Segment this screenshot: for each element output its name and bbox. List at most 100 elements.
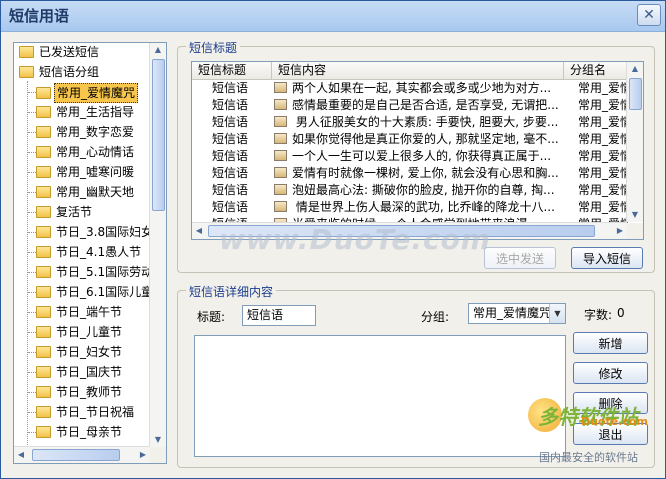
tree-connector xyxy=(28,232,36,233)
sms-table[interactable]: 短信标题 短信内容 分组名 短信语 两个人如果在一起, 其实都会或多或少地为对方.… xyxy=(191,61,644,240)
tree-node-group[interactable]: 节日_儿童节 xyxy=(36,323,124,341)
table-row[interactable]: 短信语 感情最重要的是自己是否合适, 是否享受, 无谓把... 常用_爱情 xyxy=(192,97,628,114)
cell-content-text: 一个人一生可以爱上很多人的, 你获得真正属于... xyxy=(292,149,552,163)
tree-node-label: 节日_母亲节 xyxy=(56,425,123,439)
tree-connector xyxy=(28,372,36,373)
title-label: 标题: xyxy=(197,310,226,324)
cell-group: 常用_爱情 xyxy=(578,132,628,146)
scroll-up-arrow-icon[interactable]: ▲ xyxy=(627,62,643,76)
tree-node-label: 节日_5.1国际劳动 xyxy=(56,265,150,279)
cell-title: 短信语 xyxy=(212,115,249,129)
tree-node-group[interactable]: 节日_5.1国际劳动 xyxy=(36,263,150,281)
tree-horizontal-scrollbar[interactable]: ◀ ▶ xyxy=(14,446,150,463)
tree-node-sent[interactable]: 已发送短信 xyxy=(19,43,101,61)
cell-content-text: 男人征服美女的十大素质: 手要快, 胆要大, 步要... xyxy=(292,115,559,129)
folder-icon xyxy=(36,86,51,99)
cell-title: 短信语 xyxy=(212,200,249,214)
scroll-right-arrow-icon[interactable]: ▶ xyxy=(613,224,627,238)
tree-node-group[interactable]: 常用_幽默天地 xyxy=(36,183,136,201)
scroll-down-arrow-icon[interactable]: ▼ xyxy=(150,433,166,447)
tree-node-group[interactable]: 节日_节日祝福 xyxy=(36,403,136,421)
tree-node-group[interactable]: 节日_教师节 xyxy=(36,383,124,401)
scroll-thumb[interactable] xyxy=(32,449,120,461)
scroll-down-arrow-icon[interactable]: ▼ xyxy=(627,208,643,222)
tree-node-group[interactable]: 节日_6.1国际儿童 xyxy=(36,283,150,301)
chevron-down-icon[interactable]: ▼ xyxy=(549,304,565,323)
cell-title: 短信语 xyxy=(212,166,249,180)
folder-icon xyxy=(36,325,51,338)
title-input[interactable]: 短信语 xyxy=(242,305,316,326)
tree-node-group[interactable]: 常用_生活指导 xyxy=(36,103,136,121)
scroll-right-arrow-icon[interactable]: ▶ xyxy=(136,448,150,462)
tree-node-group[interactable]: 节日_4.1愚人节 xyxy=(36,243,143,261)
tree-node-group[interactable]: 节日_妇女节 xyxy=(36,343,124,361)
tree-node-group[interactable]: 复活节 xyxy=(36,203,94,221)
table-row[interactable]: 短信语 男人征服美女的十大素质: 手要快, 胆要大, 步要... 常用_爱情 xyxy=(192,114,628,131)
import-sms-button[interactable]: 导入短信 xyxy=(571,247,643,269)
column-header-title[interactable]: 短信标题 xyxy=(192,62,272,79)
tree-node-group[interactable]: 节日_国庆节 xyxy=(36,363,124,381)
tree-node-group[interactable]: 节日_端午节 xyxy=(36,303,124,321)
tree-node-label: 复活节 xyxy=(56,205,93,219)
cell-content: 如果你觉得他是真正你爱的人, 那就坚定地, 毫不... xyxy=(274,131,562,148)
cell-group: 常用_爱情 xyxy=(578,115,628,129)
group-select[interactable]: 常用_爱情魔咒 ▼ xyxy=(468,303,566,324)
scroll-left-arrow-icon[interactable]: ◀ xyxy=(14,448,28,462)
cell-title: 短信语 xyxy=(212,132,249,146)
title-bar[interactable]: 短信用语 ✕ xyxy=(1,1,665,32)
send-selected-button[interactable]: 选中发送 xyxy=(484,247,556,269)
folder-open-icon xyxy=(19,65,34,78)
column-header-content[interactable]: 短信内容 xyxy=(272,62,564,79)
folder-icon xyxy=(36,305,51,318)
scroll-thumb[interactable] xyxy=(152,59,165,211)
new-button[interactable]: 新增 xyxy=(573,332,648,354)
sms-body-textarea[interactable] xyxy=(194,335,566,457)
table-row[interactable]: 短信语 爱情有时就像一棵树, 爱上你, 就会没有心思和胸... 常用_爱情 xyxy=(192,165,628,182)
tree-node-label: 已发送短信 xyxy=(39,45,100,59)
scroll-left-arrow-icon[interactable]: ◀ xyxy=(192,224,206,238)
edit-button[interactable]: 修改 xyxy=(573,362,648,384)
char-count-value: 0 xyxy=(617,306,625,320)
tree-node-label: 短信语分组 xyxy=(39,65,100,79)
tree-connector xyxy=(28,132,36,133)
scroll-up-arrow-icon[interactable]: ▲ xyxy=(150,43,166,57)
table-row[interactable]: 短信语 一个人一生可以爱上很多人的, 你获得真正属于... 常用_爱情 xyxy=(192,148,628,165)
tree-node-label: 节日_3.8国际妇女 xyxy=(56,225,150,239)
tree-node-group[interactable]: 常用_嘘寒问暖 xyxy=(36,163,136,181)
table-row[interactable]: 短信语 情是世界上伤人最深的武功, 比乔峰的降龙十八... 常用_爱情 xyxy=(192,199,628,216)
table-row[interactable]: 短信语 如果你觉得他是真正你爱的人, 那就坚定地, 毫不... 常用_爱情 xyxy=(192,131,628,148)
tree-node-group[interactable]: 常用_心动情话 xyxy=(36,143,136,161)
tree-vertical-scrollbar[interactable]: ▲ ▼ xyxy=(149,43,166,447)
group-tree[interactable]: 已发送短信 短信语分组 常用_爱情魔咒 常用_生活指导 常用_数字恋爱 常用_心动情话… xyxy=(13,42,167,464)
table-row[interactable]: 短信语 泡妞最高心法: 撕破你的脸皮, 抛开你的自尊, 掏... 常用_爱情 xyxy=(192,182,628,199)
tree-node-group[interactable]: 常用_爱情魔咒 xyxy=(36,83,139,103)
tree-node-groups[interactable]: 短信语分组 xyxy=(19,63,101,81)
tree-connector xyxy=(28,92,36,93)
close-button[interactable]: ✕ xyxy=(637,4,661,26)
tree-node-label: 节日_节日祝福 xyxy=(56,405,135,419)
table-vertical-scrollbar[interactable]: ▲ ▼ xyxy=(626,62,643,222)
tree-node-group[interactable]: 节日_3.8国际妇女 xyxy=(36,223,150,241)
tree-node-label: 节日_教师节 xyxy=(56,385,123,399)
folder-icon xyxy=(36,125,51,138)
cell-group: 常用_爱情 xyxy=(578,98,628,112)
tree-connector xyxy=(28,332,36,333)
tree-connector xyxy=(28,212,36,213)
tree-node-label: 常用_幽默天地 xyxy=(56,185,135,199)
message-icon xyxy=(274,167,287,178)
tree-connector xyxy=(28,412,36,413)
tree-connector xyxy=(28,392,36,393)
cell-title: 短信语 xyxy=(212,183,249,197)
scroll-thumb[interactable] xyxy=(629,78,642,110)
tree-node-label: 常用_爱情魔咒 xyxy=(54,83,139,103)
scroll-corner xyxy=(627,223,643,239)
column-header-group[interactable]: 分组名 xyxy=(564,62,632,79)
message-icon xyxy=(274,133,287,144)
table-row[interactable]: 短信语 两个人如果在一起, 其实都会或多或少地为对方... 常用_爱情 xyxy=(192,80,628,97)
cell-title: 短信语 xyxy=(212,149,249,163)
window-title: 短信用语 xyxy=(9,7,70,25)
tree-node-group[interactable]: 常用_数字恋爱 xyxy=(36,123,136,141)
tree-node-label: 节日_国庆节 xyxy=(56,365,123,379)
tree-node-group[interactable]: 节日_母亲节 xyxy=(36,423,124,441)
duote-watermark: www.DuoTe.com xyxy=(219,223,491,256)
